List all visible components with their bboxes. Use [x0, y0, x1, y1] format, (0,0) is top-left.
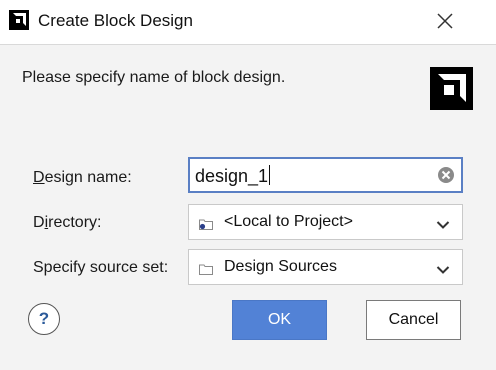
directory-label: Directory:	[33, 214, 102, 231]
directory-value: <Local to Project>	[224, 213, 353, 230]
create-block-design-dialog: Create Block Design Please specify name …	[0, 0, 496, 370]
amd-logo-icon	[430, 67, 473, 110]
close-button[interactable]	[432, 8, 458, 34]
chevron-down-icon	[436, 262, 450, 274]
dialog-description: Please specify name of block design.	[22, 69, 286, 86]
cancel-button[interactable]: Cancel	[366, 300, 461, 340]
ok-button[interactable]: OK	[232, 300, 327, 340]
folder-icon	[199, 217, 213, 230]
design-name-label: Design name:	[33, 169, 132, 186]
design-name-value: design_1	[195, 165, 271, 186]
directory-select[interactable]: <Local to Project>	[188, 204, 463, 240]
folder-icon	[199, 262, 213, 275]
clear-icon[interactable]	[437, 166, 455, 184]
close-icon	[437, 13, 453, 29]
amd-logo-icon	[9, 10, 29, 30]
title-bar: Create Block Design	[0, 0, 496, 45]
chevron-down-icon	[436, 217, 450, 229]
source-set-select[interactable]: Design Sources	[188, 249, 463, 285]
window-title: Create Block Design	[38, 11, 193, 30]
design-name-input[interactable]: design_1	[188, 157, 463, 193]
source-set-value: Design Sources	[224, 258, 337, 275]
source-set-label: Specify source set:	[33, 259, 169, 276]
help-button[interactable]: ?	[28, 303, 60, 335]
